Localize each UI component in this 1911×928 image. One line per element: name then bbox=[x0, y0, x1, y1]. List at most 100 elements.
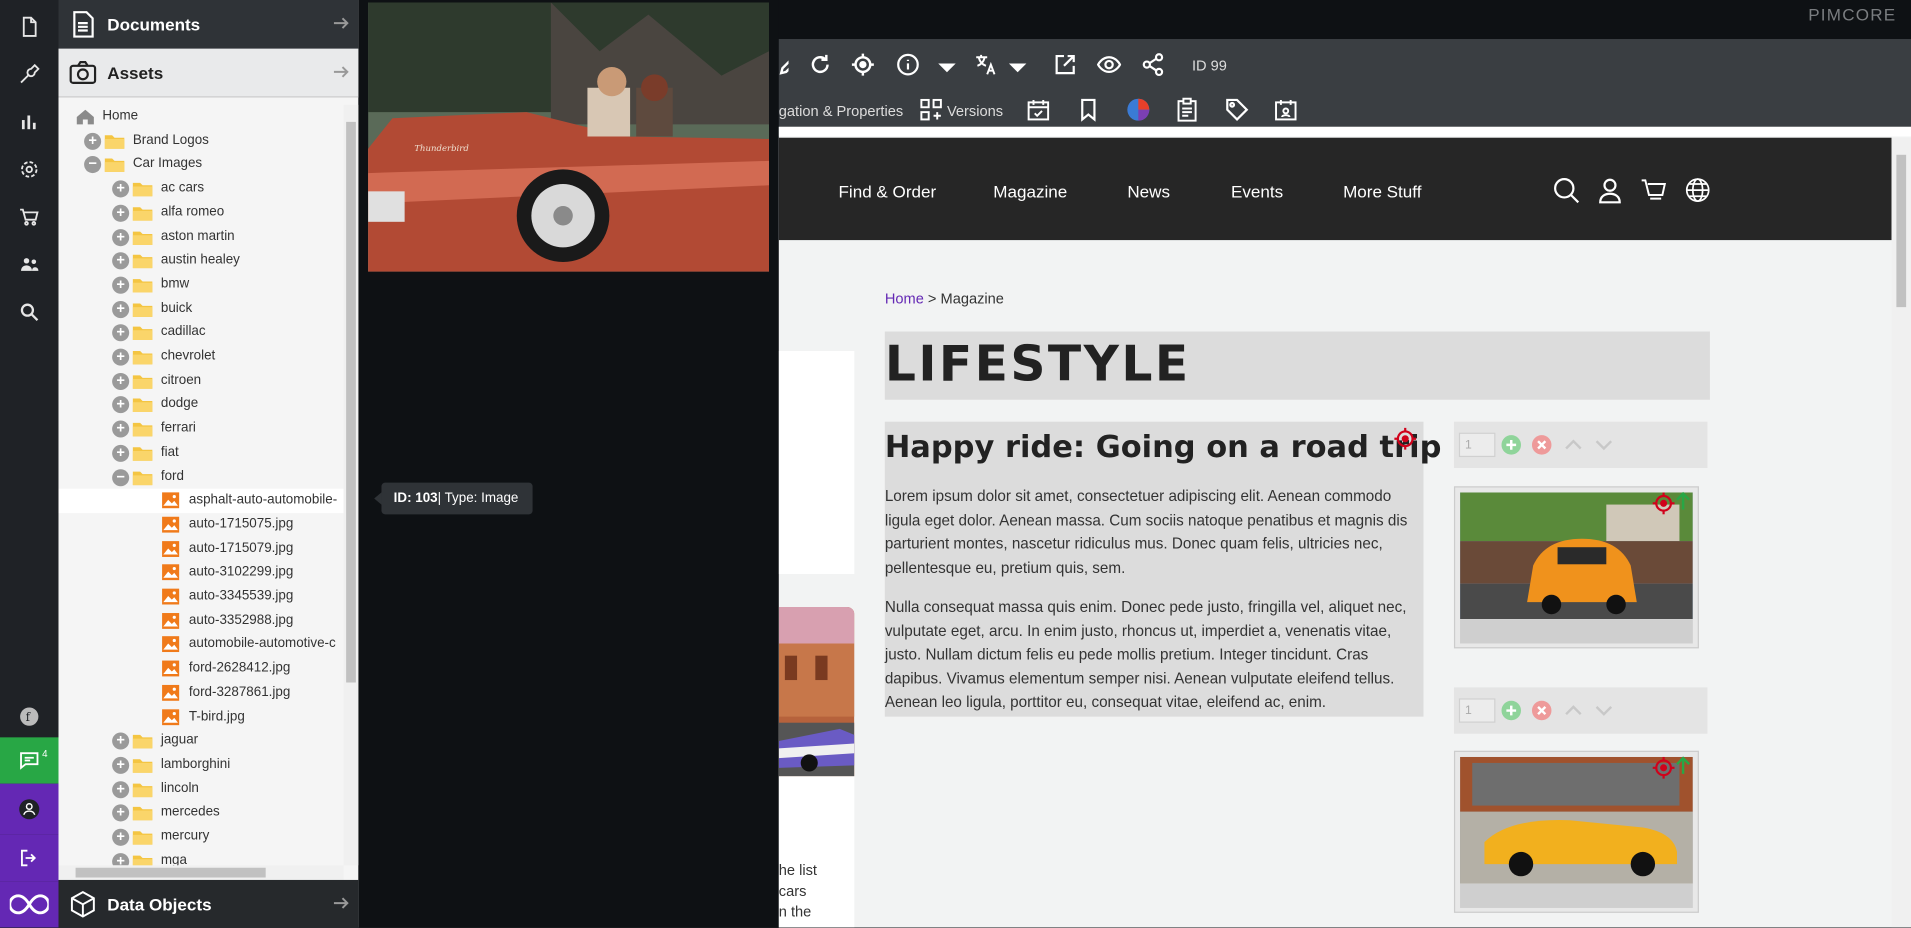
arrow-right-icon[interactable] bbox=[332, 62, 352, 82]
preview-eye-icon[interactable] bbox=[1096, 52, 1124, 79]
tree-node-folder[interactable]: + citroen bbox=[59, 369, 344, 393]
page-vertical-scrollbar[interactable] bbox=[1891, 137, 1911, 928]
tree-node-folder[interactable]: + austin healey bbox=[59, 249, 344, 273]
tab-versions[interactable]: Versions bbox=[947, 102, 1003, 119]
nav-more-stuff[interactable]: More Stuff bbox=[1343, 182, 1421, 202]
translate-icon[interactable] bbox=[974, 52, 1001, 79]
cart-icon[interactable] bbox=[1640, 177, 1667, 204]
editable-article[interactable]: Happy ride: Going on a road trip Lorem i… bbox=[884, 421, 1441, 717]
expand-icon[interactable]: + bbox=[112, 396, 130, 414]
bookmark-icon[interactable] bbox=[1076, 98, 1103, 125]
tree-node-image[interactable]: ford-3287861.jpg bbox=[59, 681, 344, 705]
locate-in-tree-icon[interactable] bbox=[851, 52, 878, 79]
move-up-icon[interactable] bbox=[1562, 434, 1584, 456]
tree-node-image[interactable]: auto-3345539.jpg bbox=[59, 585, 344, 609]
notifications-icon[interactable]: 4 bbox=[0, 737, 59, 784]
expand-icon[interactable]: + bbox=[112, 780, 130, 798]
image-block[interactable] bbox=[1453, 750, 1699, 913]
expand-icon[interactable]: + bbox=[112, 276, 130, 294]
expand-icon[interactable]: + bbox=[112, 252, 130, 270]
edit-icon[interactable] bbox=[779, 51, 789, 78]
user-icon[interactable] bbox=[1597, 177, 1624, 204]
tree-node-image[interactable]: auto-3102299.jpg bbox=[59, 561, 344, 585]
tab-navigation-properties[interactable]: gation & Properties bbox=[779, 102, 903, 119]
profile-menu-icon[interactable] bbox=[0, 783, 59, 835]
nav-events[interactable]: Events bbox=[1231, 182, 1283, 202]
move-up-icon[interactable] bbox=[1562, 700, 1584, 722]
expand-icon[interactable]: + bbox=[112, 300, 130, 318]
tools-menu-icon[interactable] bbox=[0, 50, 59, 98]
tree-node-folder[interactable]: + mercury bbox=[59, 825, 344, 849]
search-icon[interactable] bbox=[1553, 177, 1580, 204]
add-block-icon[interactable] bbox=[1500, 434, 1522, 456]
expand-icon[interactable]: + bbox=[112, 756, 130, 774]
tree-node-folder[interactable]: + cadillac bbox=[59, 321, 344, 345]
tree-horizontal-scrollbar[interactable] bbox=[58, 865, 344, 880]
symfony-icon[interactable]: f bbox=[0, 692, 59, 740]
settings-menu-icon[interactable] bbox=[0, 145, 59, 193]
editable-heading[interactable]: LIFESTYLE bbox=[884, 331, 1710, 400]
tree-node-folder[interactable]: + dodge bbox=[59, 393, 344, 417]
schedule-calendar-icon[interactable] bbox=[1026, 98, 1053, 125]
personalization-color-icon[interactable] bbox=[1126, 98, 1153, 125]
tree-node-image[interactable]: T-bird.jpg bbox=[59, 705, 344, 729]
expand-icon[interactable]: + bbox=[112, 828, 130, 846]
pimcore-logo-icon[interactable] bbox=[0, 881, 59, 928]
expand-icon[interactable]: + bbox=[112, 852, 130, 866]
remove-block-icon[interactable] bbox=[1531, 434, 1553, 456]
expand-icon[interactable]: + bbox=[112, 180, 130, 198]
expand-icon[interactable]: + bbox=[112, 804, 130, 822]
info-dropdown-chevron-icon[interactable] bbox=[935, 55, 956, 82]
globe-icon[interactable] bbox=[1684, 177, 1711, 204]
arrow-right-icon[interactable] bbox=[332, 893, 352, 913]
tree-node-image[interactable]: auto-1715079.jpg bbox=[59, 537, 344, 561]
info-icon[interactable] bbox=[896, 52, 923, 79]
expand-icon[interactable]: + bbox=[112, 444, 130, 462]
remove-block-icon[interactable] bbox=[1531, 700, 1553, 722]
data-objects-accordion-header[interactable]: Data Objects bbox=[58, 879, 359, 928]
open-in-new-window-icon[interactable] bbox=[1053, 52, 1080, 79]
upload-arrow-icon[interactable] bbox=[1672, 490, 1694, 512]
nav-news[interactable]: News bbox=[1127, 182, 1170, 202]
image-block[interactable] bbox=[1453, 486, 1699, 649]
nav-find-order[interactable]: Find & Order bbox=[839, 182, 937, 202]
assets-accordion-header[interactable]: Assets bbox=[58, 48, 359, 98]
arrow-right-icon[interactable] bbox=[332, 13, 352, 33]
tree-node-folder[interactable]: − Car Images bbox=[59, 153, 344, 177]
expand-icon[interactable]: + bbox=[112, 228, 130, 246]
tree-node-folder[interactable]: + ferrari bbox=[59, 417, 344, 441]
tree-node-image[interactable]: asphalt-auto-automobile- bbox=[58, 488, 344, 514]
tree-node-image[interactable]: auto-1715075.jpg bbox=[59, 513, 344, 537]
ecommerce-menu-icon[interactable] bbox=[0, 193, 59, 241]
upload-arrow-icon[interactable] bbox=[1672, 754, 1694, 776]
tree-node-folder[interactable]: + fiat bbox=[59, 441, 344, 465]
block-index-select[interactable]: 1 bbox=[1458, 698, 1496, 723]
tree-node-folder[interactable]: − ford bbox=[59, 465, 344, 489]
documents-accordion-header[interactable]: Documents bbox=[58, 0, 359, 49]
expand-icon[interactable]: + bbox=[112, 372, 130, 390]
tree-node-folder[interactable]: + alfa romeo bbox=[59, 201, 344, 225]
search-menu-icon[interactable] bbox=[0, 288, 59, 336]
clipboard-icon[interactable] bbox=[1175, 97, 1202, 125]
tree-node-folder[interactable]: + bmw bbox=[59, 273, 344, 297]
collapse-icon[interactable]: − bbox=[84, 156, 102, 174]
collapse-icon[interactable]: − bbox=[112, 468, 130, 486]
add-block-icon[interactable] bbox=[1500, 700, 1522, 722]
scroll-thumb[interactable] bbox=[346, 121, 356, 683]
logout-icon[interactable] bbox=[0, 834, 59, 882]
move-down-icon[interactable] bbox=[1593, 434, 1615, 456]
tree-node-folder[interactable]: + jaguar bbox=[59, 729, 344, 753]
scroll-thumb[interactable] bbox=[75, 867, 266, 878]
expand-icon[interactable]: + bbox=[112, 420, 130, 438]
versions-icon[interactable] bbox=[919, 98, 946, 125]
block-index-select[interactable]: 1 bbox=[1458, 432, 1496, 458]
tree-node-folder[interactable]: + chevrolet bbox=[59, 345, 344, 369]
expand-icon[interactable]: + bbox=[112, 324, 130, 342]
expand-icon[interactable]: + bbox=[84, 132, 102, 150]
share-icon[interactable] bbox=[1141, 52, 1168, 79]
tree-vertical-scrollbar[interactable] bbox=[343, 104, 359, 866]
nav-magazine[interactable]: Magazine bbox=[993, 182, 1067, 202]
move-down-icon[interactable] bbox=[1593, 700, 1615, 722]
notes-calendar-icon[interactable] bbox=[1274, 98, 1301, 125]
expand-icon[interactable]: + bbox=[112, 348, 130, 366]
